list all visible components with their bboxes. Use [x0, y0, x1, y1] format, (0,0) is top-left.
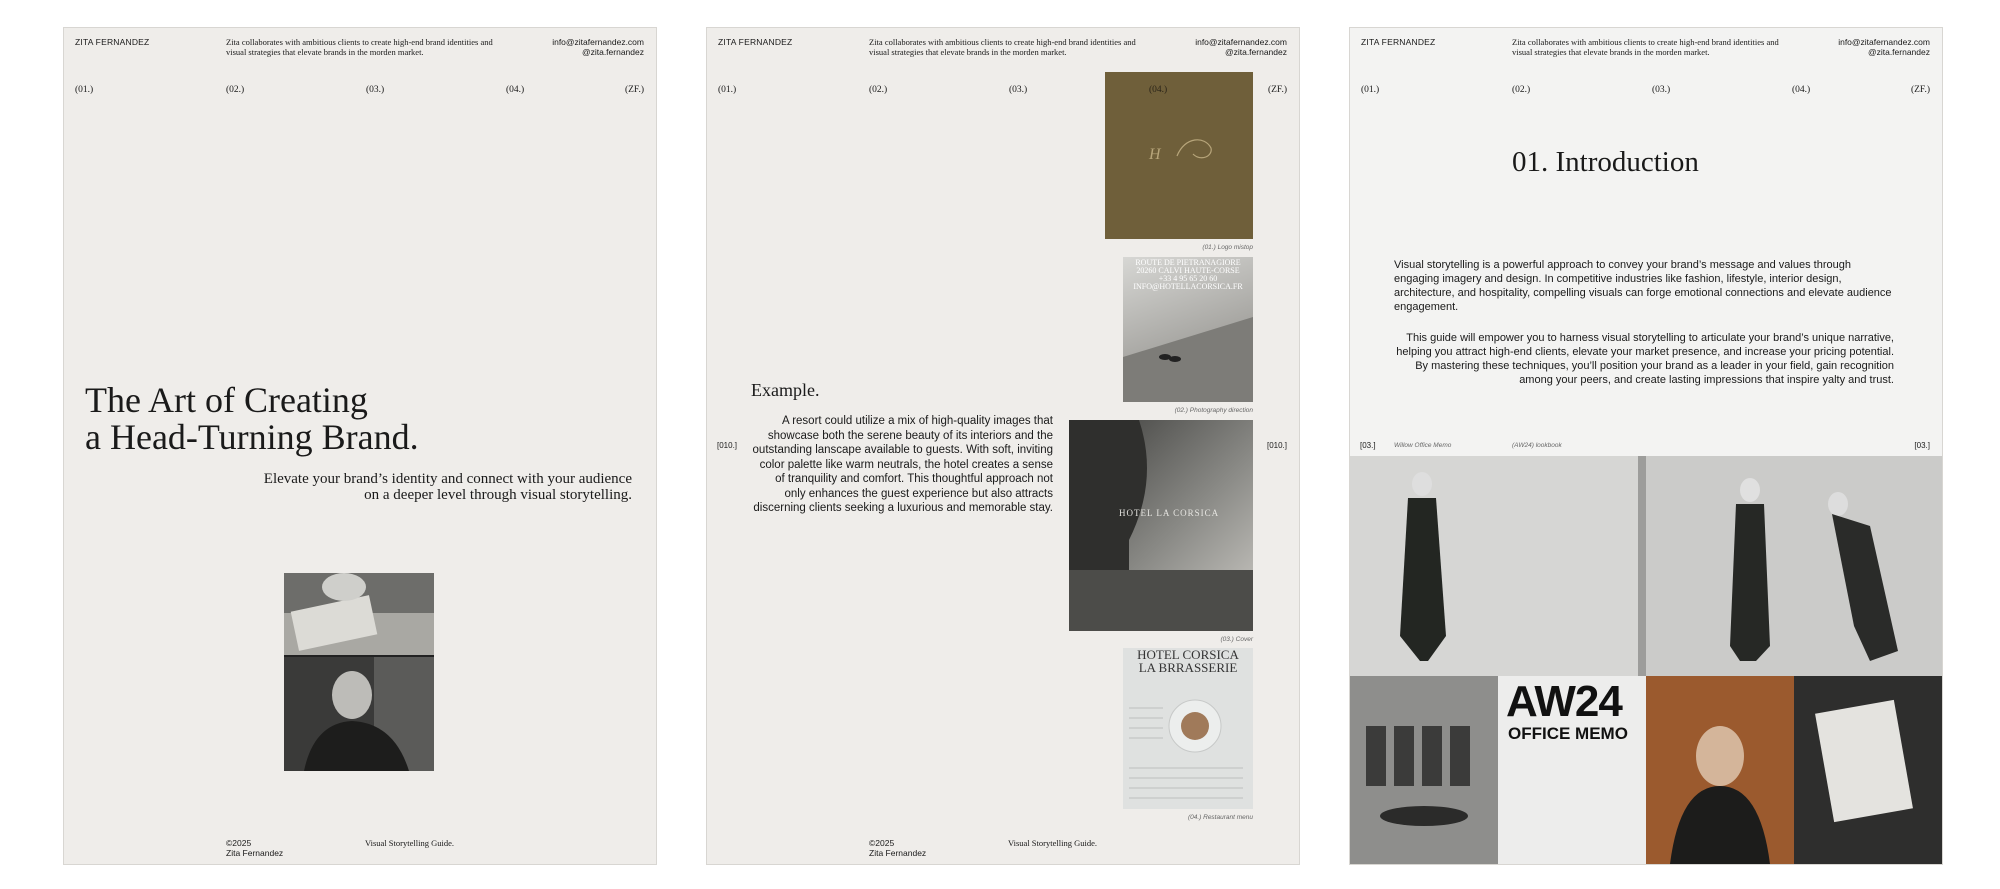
page-example: ZITA FERNANDEZ Zita collaborates with am… [707, 28, 1299, 864]
nav-01[interactable]: (01.) [1361, 85, 1379, 95]
brand-name: ZITA FERNANDEZ [718, 37, 793, 47]
social-handle[interactable]: @zita.fernandez [1195, 47, 1287, 57]
side-label-left: [03.] [1360, 441, 1376, 450]
subtitle-line-2: on a deeper level through visual storyte… [364, 487, 632, 503]
caption-photography: (02.) Photography direction [1174, 407, 1253, 414]
caption-menu: (04.) Restaurant menu [1187, 814, 1253, 821]
tagline: Zita collaborates with ambitious clients… [226, 37, 493, 57]
footer-copyright: ©2025 Zita Fernandez [226, 838, 283, 858]
title-line-2: a Head-Turning Brand. [85, 417, 419, 457]
cover-text: HOTEL LA CORSICA [1119, 508, 1220, 518]
nav-zf[interactable]: (ZF.) [1911, 85, 1930, 95]
footer-copyright: ©2025 Zita Fernandez [869, 838, 926, 858]
social-handle[interactable]: @zita.fernandez [1838, 47, 1930, 57]
intro-title: 01. Introduction [1512, 146, 1699, 178]
email-link[interactable]: info@zitafernandez.com [1195, 37, 1287, 47]
cover-image: HOTEL LA CORSICA [1069, 420, 1253, 631]
nav-02[interactable]: (02.) [226, 85, 244, 95]
label-office-memo: Willow Office Memo [1394, 442, 1452, 449]
author-name: Zita Fernandez [869, 848, 927, 858]
social-handle[interactable]: @zita.fernandez [552, 47, 644, 57]
restaurant-menu-image: HOTEL CORSICA LA BRRASSERIE [1123, 648, 1253, 809]
example-body: A resort could utilize a mix of high-qua… [752, 415, 1053, 514]
page-introduction: ZITA FERNANDEZ Zita collaborates with am… [1350, 28, 1942, 864]
nav-04[interactable]: (04.) [1792, 85, 1810, 95]
photography-direction-image: ROUTE DE PIETRANAGIORE 20260 CALVI HAUTE… [1123, 257, 1253, 402]
nav-zf[interactable]: (ZF.) [1268, 85, 1287, 95]
logo-mockup-image: (04.) H [1105, 72, 1253, 239]
subtitle-line-1: Elevate your brand’s identity and connec… [263, 471, 632, 487]
page-cover: ZITA FERNANDEZ Zita collaborates with am… [64, 28, 656, 864]
nav-03[interactable]: (03.) [1652, 85, 1670, 95]
nav-zf[interactable]: (ZF.) [625, 85, 644, 95]
page-title: The Art of Creating a Head-Turning Brand… [85, 382, 419, 456]
nav-02[interactable]: (02.) [869, 85, 887, 95]
contact: info@zitafernandez.com @zita.fernandez [1838, 37, 1930, 57]
nav-04[interactable]: (04.) [1149, 85, 1167, 95]
nav-04[interactable]: (04.) [506, 85, 524, 95]
intro-paragraph-1: Visual storytelling is a powerful approa… [1394, 259, 1892, 313]
copyright-year: ©2025 [869, 838, 895, 848]
label-lookbook: (AW24) lookbook [1512, 442, 1562, 449]
aw24-heading: AW24 [1506, 677, 1623, 726]
footer-guide: Visual Storytelling Guide. [1008, 838, 1097, 848]
nav-01[interactable]: (01.) [718, 85, 736, 95]
email-link[interactable]: info@zitafernandez.com [552, 37, 644, 47]
brand-name: ZITA FERNANDEZ [1361, 37, 1436, 47]
caption-cover: (03.) Cover [1220, 636, 1253, 643]
logo-mark: H [1149, 146, 1161, 163]
email-link[interactable]: info@zitafernandez.com [1838, 37, 1930, 47]
example-heading: Example. [751, 380, 820, 400]
portrait-collage-image [284, 573, 434, 771]
contact: info@zitafernandez.com @zita.fernandez [552, 37, 644, 57]
office-memo-heading: OFFICE MEMO [1508, 724, 1628, 743]
nav-01[interactable]: (01.) [75, 85, 93, 95]
caption-logo: (01.) Logo mistop [1202, 244, 1253, 251]
brand-name: ZITA FERNANDEZ [75, 37, 150, 47]
author-name: Zita Fernandez [226, 848, 284, 858]
intro-paragraph-2: This guide will empower you to harness v… [1396, 332, 1894, 386]
page-subtitle: Elevate your brand’s identity and connec… [264, 471, 632, 503]
tagline: Zita collaborates with ambitious clients… [869, 37, 1136, 57]
lookbook-image: AW24 OFFICE MEMO [1350, 456, 1942, 864]
footer-guide: Visual Storytelling Guide. [365, 838, 454, 848]
nav-03[interactable]: (03.) [1009, 85, 1027, 95]
photo-line-4: INFO@HOTELLACORSICA.FR [1133, 282, 1243, 291]
tagline: Zita collaborates with ambitious clients… [1512, 37, 1779, 57]
nav-03[interactable]: (03.) [366, 85, 384, 95]
title-line-1: The Art of Creating [85, 380, 368, 420]
side-label-left: [010.] [717, 441, 738, 450]
menu-title-2: LA BRRASSERIE [1138, 660, 1238, 675]
nav-02[interactable]: (02.) [1512, 85, 1530, 95]
contact: info@zitafernandez.com @zita.fernandez [1195, 37, 1287, 57]
side-label-right: [010.] [1266, 441, 1287, 450]
side-label-right: [03.] [1914, 441, 1930, 450]
copyright-year: ©2025 [226, 838, 252, 848]
